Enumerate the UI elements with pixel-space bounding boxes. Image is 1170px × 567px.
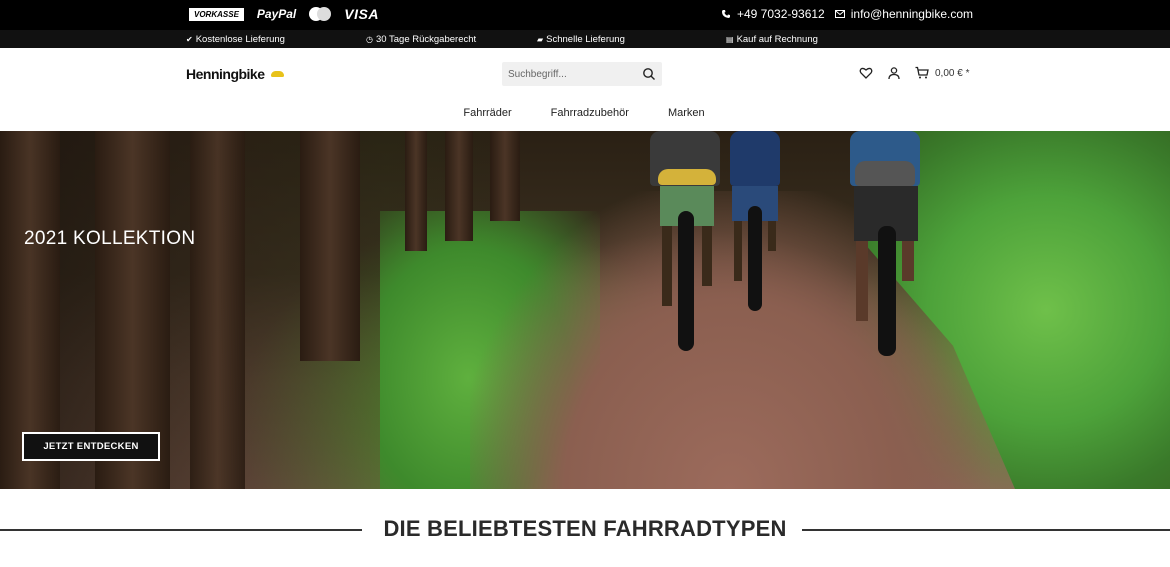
email-link[interactable]: info@henningbike.com — [834, 7, 973, 21]
usp-invoice: ▤ Kauf auf Rechnung — [726, 34, 818, 45]
tree-trunk — [190, 131, 245, 489]
search-bar — [502, 62, 662, 86]
main-nav: Fahrräder Fahrradzubehör Marken — [0, 107, 1170, 119]
mail-icon — [834, 10, 845, 18]
usp-label: Kauf auf Rechnung — [736, 34, 818, 45]
discover-button[interactable]: JETZT ENTDECKEN — [22, 432, 160, 461]
contact-info: +49 7032-93612 info@henningbike.com — [721, 7, 973, 21]
mastercard-logo — [309, 7, 332, 21]
visa-logo: VISA — [344, 6, 379, 22]
site-logo[interactable]: Henningbike — [186, 66, 284, 82]
usp-label: Schnelle Lieferung — [546, 34, 625, 45]
invoice-icon: ▤ — [726, 35, 734, 44]
usp-free-delivery: ✔ Kostenlose Lieferung — [186, 34, 285, 45]
usp-return-policy: ◷ 30 Tage Rückgaberecht — [366, 34, 476, 45]
tree-trunk — [405, 131, 427, 251]
usp-bar: ✔ Kostenlose Lieferung ◷ 30 Tage Rückgab… — [0, 30, 1170, 48]
email-address: info@henningbike.com — [850, 7, 973, 21]
nav-item-marken[interactable]: Marken — [654, 107, 705, 119]
nav-item-fahrraeder[interactable]: Fahrräder — [449, 107, 511, 119]
phone-icon — [721, 10, 730, 18]
payment-methods: VORKASSE PayPal VISA — [189, 6, 379, 22]
phone-link[interactable]: +49 7032-93612 — [721, 7, 825, 21]
heart-icon[interactable] — [859, 66, 873, 80]
top-bar: VORKASSE PayPal VISA +49 7032-93612 info… — [0, 0, 1170, 30]
paypal-logo: PayPal — [256, 7, 297, 21]
clock-icon: ◷ — [366, 35, 373, 44]
site-header: Henningbike 0,00 € * Fahrräder Fahrradzu… — [0, 48, 1170, 131]
hero-title: 2021 KOLLEKTION — [24, 228, 196, 249]
cart-icon — [915, 66, 929, 79]
usp-fast-delivery: ▰ Schnelle Lieferung — [537, 34, 625, 45]
popular-types-section: DIE BELIEBTESTEN FAHRRADTYPEN — [0, 489, 1170, 567]
phone-number: +49 7032-93612 — [736, 7, 825, 21]
logo-mark-icon — [270, 71, 284, 77]
user-icon[interactable] — [887, 66, 901, 80]
truck-icon: ▰ — [537, 35, 544, 44]
tree-trunk — [300, 131, 360, 361]
usp-label: 30 Tage Rückgaberecht — [375, 34, 477, 45]
hero-banner: 2021 KOLLEKTION JETZT ENTDECKEN — [0, 131, 1170, 489]
logo-text: Henningbike — [186, 66, 265, 82]
search-icon[interactable] — [642, 67, 656, 81]
usp-label: Kostenlose Lieferung — [195, 34, 285, 45]
leaf-icon: ✔ — [186, 35, 193, 44]
nav-item-fahrradzubehoer[interactable]: Fahrradzubehör — [537, 107, 629, 119]
cart-button[interactable]: 0,00 € * — [915, 66, 969, 80]
tree-trunk — [490, 131, 520, 221]
search-input[interactable] — [502, 68, 632, 80]
header-actions: 0,00 € * — [859, 66, 969, 80]
section-title: DIE BELIEBTESTEN FAHRRADTYPEN — [383, 516, 787, 541]
tree-trunk — [445, 131, 473, 241]
cart-total: 0,00 € * — [935, 67, 970, 79]
vorkasse-logo: VORKASSE — [189, 7, 244, 21]
